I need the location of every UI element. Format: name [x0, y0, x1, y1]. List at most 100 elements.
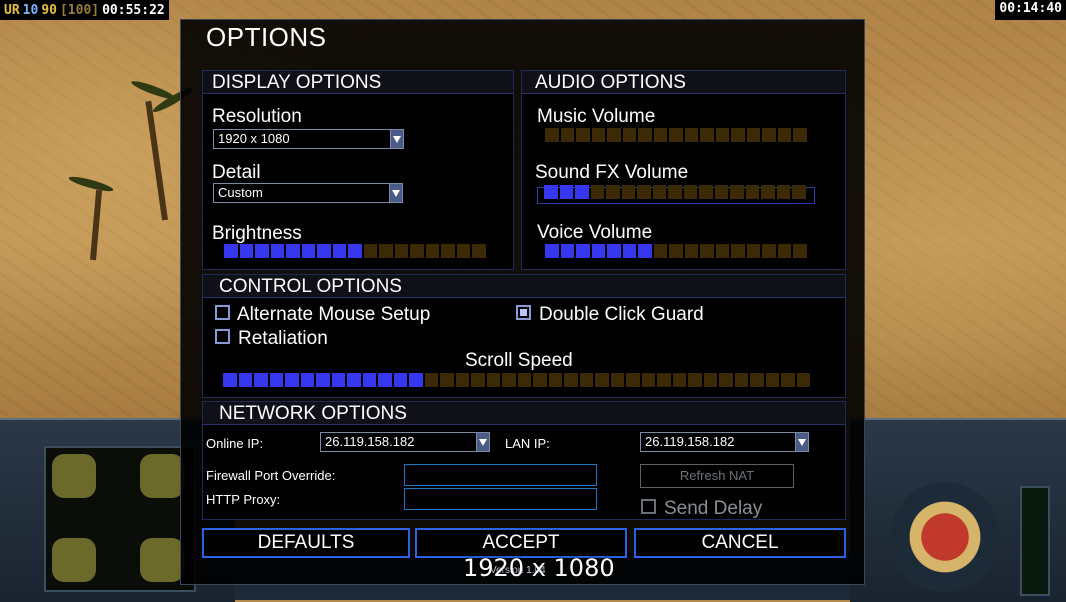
firewall-port-input[interactable]	[404, 464, 597, 486]
slider-segment[interactable]	[730, 185, 744, 199]
slider-segment[interactable]	[286, 244, 300, 258]
refresh-nat-button[interactable]: Refresh NAT	[640, 464, 794, 488]
slider-segment[interactable]	[502, 373, 516, 387]
slider-segment[interactable]	[575, 185, 589, 199]
slider-segment[interactable]	[517, 373, 531, 387]
slider-segment[interactable]	[393, 373, 407, 387]
slider-segment[interactable]	[425, 244, 439, 258]
chevron-down-icon[interactable]	[389, 183, 403, 203]
slider-segment[interactable]	[719, 373, 733, 387]
slider-segment[interactable]	[622, 244, 636, 258]
slider-segment[interactable]	[285, 373, 299, 387]
slider-segment[interactable]	[347, 373, 361, 387]
slider-segment[interactable]	[332, 244, 346, 258]
slider-segment[interactable]	[684, 128, 698, 142]
online-ip-dropdown[interactable]: 26.119.158.182	[320, 432, 490, 452]
slider-segment[interactable]	[545, 244, 559, 258]
chevron-down-icon[interactable]	[390, 129, 404, 149]
slider-segment[interactable]	[734, 373, 748, 387]
slider-segment[interactable]	[379, 244, 393, 258]
slider-segment[interactable]	[746, 244, 760, 258]
slider-segment[interactable]	[777, 128, 791, 142]
slider-segment[interactable]	[424, 373, 438, 387]
slider-segment[interactable]	[362, 373, 376, 387]
slider-segment[interactable]	[486, 373, 500, 387]
slider-segment[interactable]	[781, 373, 795, 387]
chevron-down-icon[interactable]	[795, 432, 809, 452]
slider-segment[interactable]	[564, 373, 578, 387]
slider-segment[interactable]	[714, 185, 728, 199]
slider-segment[interactable]	[363, 244, 377, 258]
send-delay-checkbox[interactable]	[641, 499, 656, 514]
sound-fx-volume-slider[interactable]	[544, 185, 806, 199]
slider-segment[interactable]	[331, 373, 345, 387]
slider-segment[interactable]	[776, 185, 790, 199]
slider-segment[interactable]	[703, 373, 717, 387]
slider-segment[interactable]	[610, 373, 624, 387]
slider-segment[interactable]	[672, 373, 686, 387]
slider-segment[interactable]	[533, 373, 547, 387]
music-volume-slider[interactable]	[545, 128, 807, 142]
slider-segment[interactable]	[793, 128, 807, 142]
slider-segment[interactable]	[762, 128, 776, 142]
slider-segment[interactable]	[731, 244, 745, 258]
slider-segment[interactable]	[793, 244, 807, 258]
slider-segment[interactable]	[657, 373, 671, 387]
slider-segment[interactable]	[223, 373, 237, 387]
slider-segment[interactable]	[765, 373, 779, 387]
slider-segment[interactable]	[684, 244, 698, 258]
slider-segment[interactable]	[591, 244, 605, 258]
slider-segment[interactable]	[746, 128, 760, 142]
slider-segment[interactable]	[638, 128, 652, 142]
slider-segment[interactable]	[792, 185, 806, 199]
retaliation-label[interactable]: Retaliation	[238, 328, 328, 350]
slider-segment[interactable]	[688, 373, 702, 387]
slider-segment[interactable]	[590, 185, 604, 199]
slider-segment[interactable]	[626, 373, 640, 387]
slider-segment[interactable]	[224, 244, 238, 258]
slider-segment[interactable]	[745, 185, 759, 199]
slider-segment[interactable]	[762, 244, 776, 258]
slider-segment[interactable]	[316, 373, 330, 387]
slider-segment[interactable]	[606, 185, 620, 199]
slider-segment[interactable]	[239, 244, 253, 258]
brightness-slider[interactable]	[224, 244, 486, 258]
slider-segment[interactable]	[317, 244, 331, 258]
slider-segment[interactable]	[668, 185, 682, 199]
defaults-button[interactable]: DEFAULTS	[202, 528, 410, 558]
slider-segment[interactable]	[700, 244, 714, 258]
slider-segment[interactable]	[796, 373, 810, 387]
slider-segment[interactable]	[761, 185, 775, 199]
slider-segment[interactable]	[591, 128, 605, 142]
slider-segment[interactable]	[255, 244, 269, 258]
lan-ip-dropdown[interactable]: 26.119.158.182	[640, 432, 809, 452]
slider-segment[interactable]	[472, 244, 486, 258]
slider-segment[interactable]	[270, 244, 284, 258]
slider-segment[interactable]	[579, 373, 593, 387]
cancel-button[interactable]: CANCEL	[634, 528, 846, 558]
http-proxy-input[interactable]	[404, 488, 597, 510]
slider-segment[interactable]	[637, 185, 651, 199]
alternate-mouse-checkbox[interactable]	[215, 305, 230, 320]
slider-segment[interactable]	[669, 128, 683, 142]
slider-segment[interactable]	[348, 244, 362, 258]
slider-segment[interactable]	[653, 244, 667, 258]
slider-segment[interactable]	[456, 244, 470, 258]
slider-segment[interactable]	[440, 373, 454, 387]
slider-segment[interactable]	[254, 373, 268, 387]
retaliation-checkbox[interactable]	[215, 329, 230, 344]
slider-segment[interactable]	[560, 244, 574, 258]
voice-volume-slider[interactable]	[545, 244, 807, 258]
slider-segment[interactable]	[300, 373, 314, 387]
slider-segment[interactable]	[652, 185, 666, 199]
slider-segment[interactable]	[750, 373, 764, 387]
slider-segment[interactable]	[653, 128, 667, 142]
slider-segment[interactable]	[731, 128, 745, 142]
slider-segment[interactable]	[700, 128, 714, 142]
alternate-mouse-label[interactable]: Alternate Mouse Setup	[237, 304, 430, 326]
slider-segment[interactable]	[441, 244, 455, 258]
minimap[interactable]	[44, 446, 196, 592]
slider-segment[interactable]	[683, 185, 697, 199]
slider-segment[interactable]	[699, 185, 713, 199]
slider-segment[interactable]	[471, 373, 485, 387]
